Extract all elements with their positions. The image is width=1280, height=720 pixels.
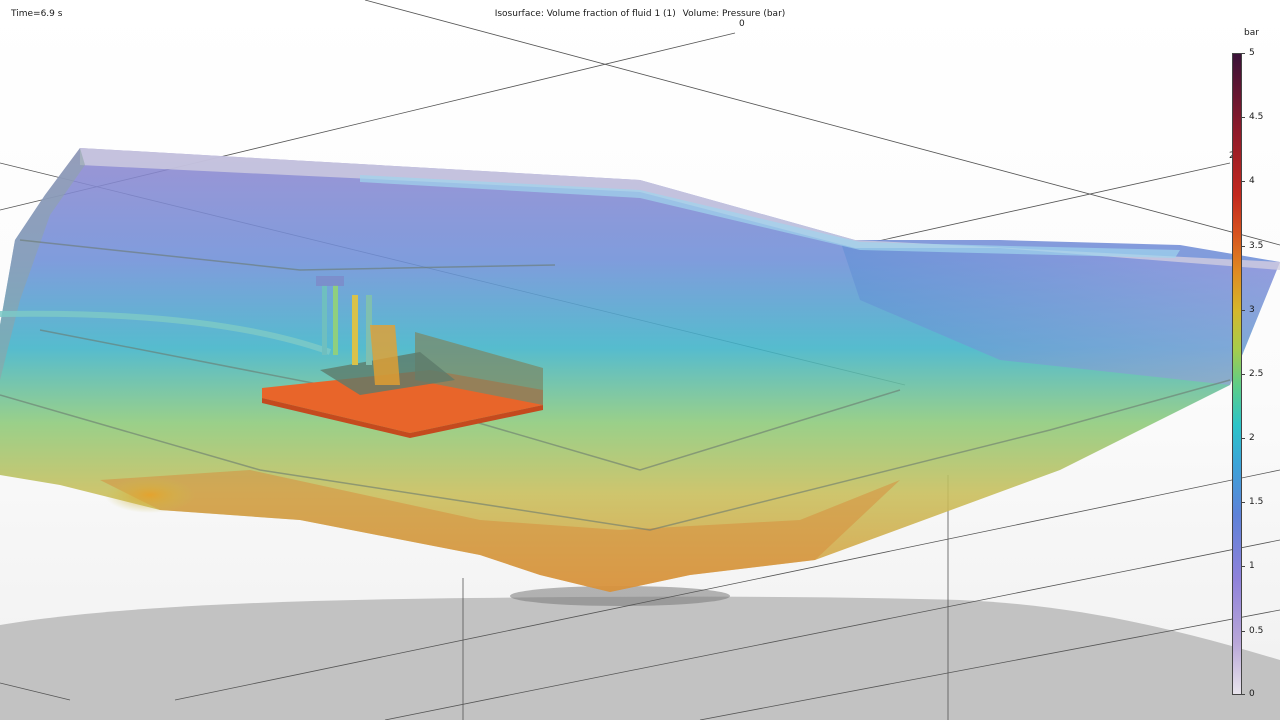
colorbar-tick-mark — [1242, 117, 1245, 118]
graphics-viewport[interactable]: Time=6.9 s Isosurface: Volume fraction o… — [0, 0, 1280, 720]
colorbar-tick-label: 2.5 — [1249, 369, 1264, 379]
colorbar-tick-mark — [1242, 631, 1245, 632]
colorbar-tick-label: 0.5 — [1249, 626, 1264, 636]
plot-title: Isosurface: Volume fraction of fluid 1 (… — [0, 9, 1280, 19]
colorbar-tick-label: 2 — [1249, 433, 1255, 443]
colorbar-tick-mark — [1242, 181, 1245, 182]
pressure-hotspot — [105, 477, 195, 513]
colorbar-tick-label: 0 — [1249, 689, 1255, 699]
colorbar-tick-mark — [1242, 694, 1245, 695]
colorbar-tick-mark — [1242, 53, 1245, 54]
colorbar-tick-mark — [1242, 374, 1245, 375]
colorbar-tick-mark — [1242, 438, 1245, 439]
colorbar-tick-label: 4.5 — [1249, 112, 1264, 122]
colorbar-tick-label: 4 — [1249, 176, 1255, 186]
pressure-colorbar — [1232, 53, 1242, 695]
colorbar-tick-mark — [1242, 566, 1245, 567]
colorbar-tick-mark — [1242, 246, 1245, 247]
colorbar-tick-mark — [1242, 310, 1245, 311]
axis-label-top: 0 — [739, 19, 745, 29]
colorbar-tick-label: 3 — [1249, 305, 1255, 315]
water-volume-slab — [0, 148, 1280, 592]
title-isosurface: Isosurface: Volume fraction of fluid 1 (… — [494, 9, 676, 19]
colorbar-tick-label: 1 — [1249, 561, 1255, 571]
colorbar-unit-label: bar — [1244, 28, 1259, 38]
simulation-scene[interactable] — [0, 0, 1280, 720]
colorbar-tick-mark — [1242, 502, 1245, 503]
colorbar-tick-label: 3.5 — [1249, 241, 1264, 251]
colorbar-tick-label: 1.5 — [1249, 497, 1264, 507]
ground-shadow — [0, 596, 1280, 720]
colorbar-tick-label: 5 — [1249, 48, 1255, 58]
title-volume: Volume: Pressure (bar) — [682, 9, 786, 19]
